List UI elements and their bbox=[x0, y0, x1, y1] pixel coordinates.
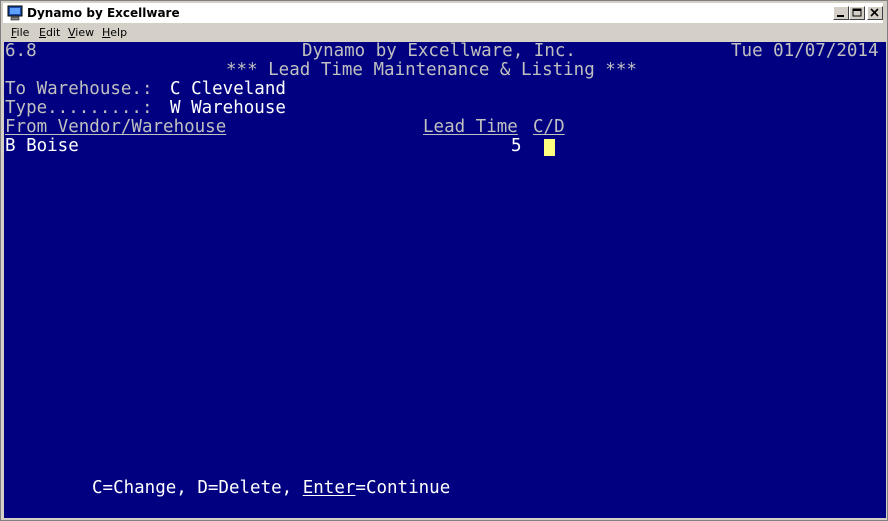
close-icon bbox=[870, 8, 879, 17]
terminal-screen[interactable]: 6.8 Dynamo by Excellware, Inc. Tue 01/07… bbox=[4, 42, 886, 518]
menu-view-label: iew bbox=[75, 26, 95, 39]
row-lead-time[interactable]: 5 bbox=[511, 137, 522, 156]
footer-help-text: C=Change, D=Delete, Enter=Continue bbox=[92, 479, 450, 498]
menu-file-label: ile bbox=[16, 26, 30, 39]
column-header-lead-time: Lead Time bbox=[423, 117, 518, 137]
window-title: Dynamo by Excellware bbox=[27, 6, 180, 20]
menu-help[interactable]: Help bbox=[102, 24, 127, 42]
footer-enter-key[interactable]: Enter bbox=[303, 478, 356, 498]
terminal-app-icon bbox=[7, 5, 23, 21]
app-window: Dynamo by Excellware File Edit View Help… bbox=[0, 0, 888, 521]
text-cursor bbox=[544, 139, 555, 156]
minimize-button[interactable] bbox=[833, 6, 849, 20]
maximize-icon bbox=[852, 8, 862, 17]
menu-help-label: elp bbox=[110, 26, 128, 39]
to-warehouse-label: To Warehouse.: bbox=[5, 79, 153, 99]
title-bar[interactable]: Dynamo by Excellware bbox=[3, 3, 883, 23]
maximize-button[interactable] bbox=[849, 6, 865, 20]
footer-help-suffix: =Continue bbox=[355, 478, 451, 498]
row-from-vendor[interactable]: B Boise bbox=[5, 137, 79, 156]
system-date: Tue 01/07/2014 bbox=[731, 41, 879, 61]
column-header-from-vendor-label: From Vendor/Warehouse bbox=[5, 117, 227, 137]
menu-file[interactable]: File bbox=[11, 24, 29, 42]
to-warehouse-value[interactable]: C Cleveland bbox=[170, 80, 286, 99]
menu-edit-label: dit bbox=[45, 26, 61, 39]
menu-edit-mnemonic: E bbox=[39, 26, 46, 39]
type-value[interactable]: W Warehouse bbox=[170, 99, 286, 118]
menu-view[interactable]: View bbox=[68, 24, 94, 42]
close-button[interactable] bbox=[867, 6, 883, 20]
version-number: 6.8 bbox=[5, 41, 37, 61]
minimize-icon bbox=[837, 15, 844, 17]
menu-bar: File Edit View Help bbox=[3, 24, 883, 42]
screen-title: *** Lead Time Maintenance & Listing *** bbox=[226, 60, 637, 80]
company-name: Dynamo by Excellware, Inc. bbox=[302, 41, 576, 61]
column-header-from-vendor: From Vendor/Warehouse bbox=[5, 118, 411, 137]
column-header-cd: C/D bbox=[533, 117, 565, 137]
footer-help-prefix: C=Change, D=Delete, bbox=[92, 478, 303, 498]
type-label: Type.........: bbox=[5, 98, 153, 118]
menu-edit[interactable]: Edit bbox=[39, 24, 60, 42]
